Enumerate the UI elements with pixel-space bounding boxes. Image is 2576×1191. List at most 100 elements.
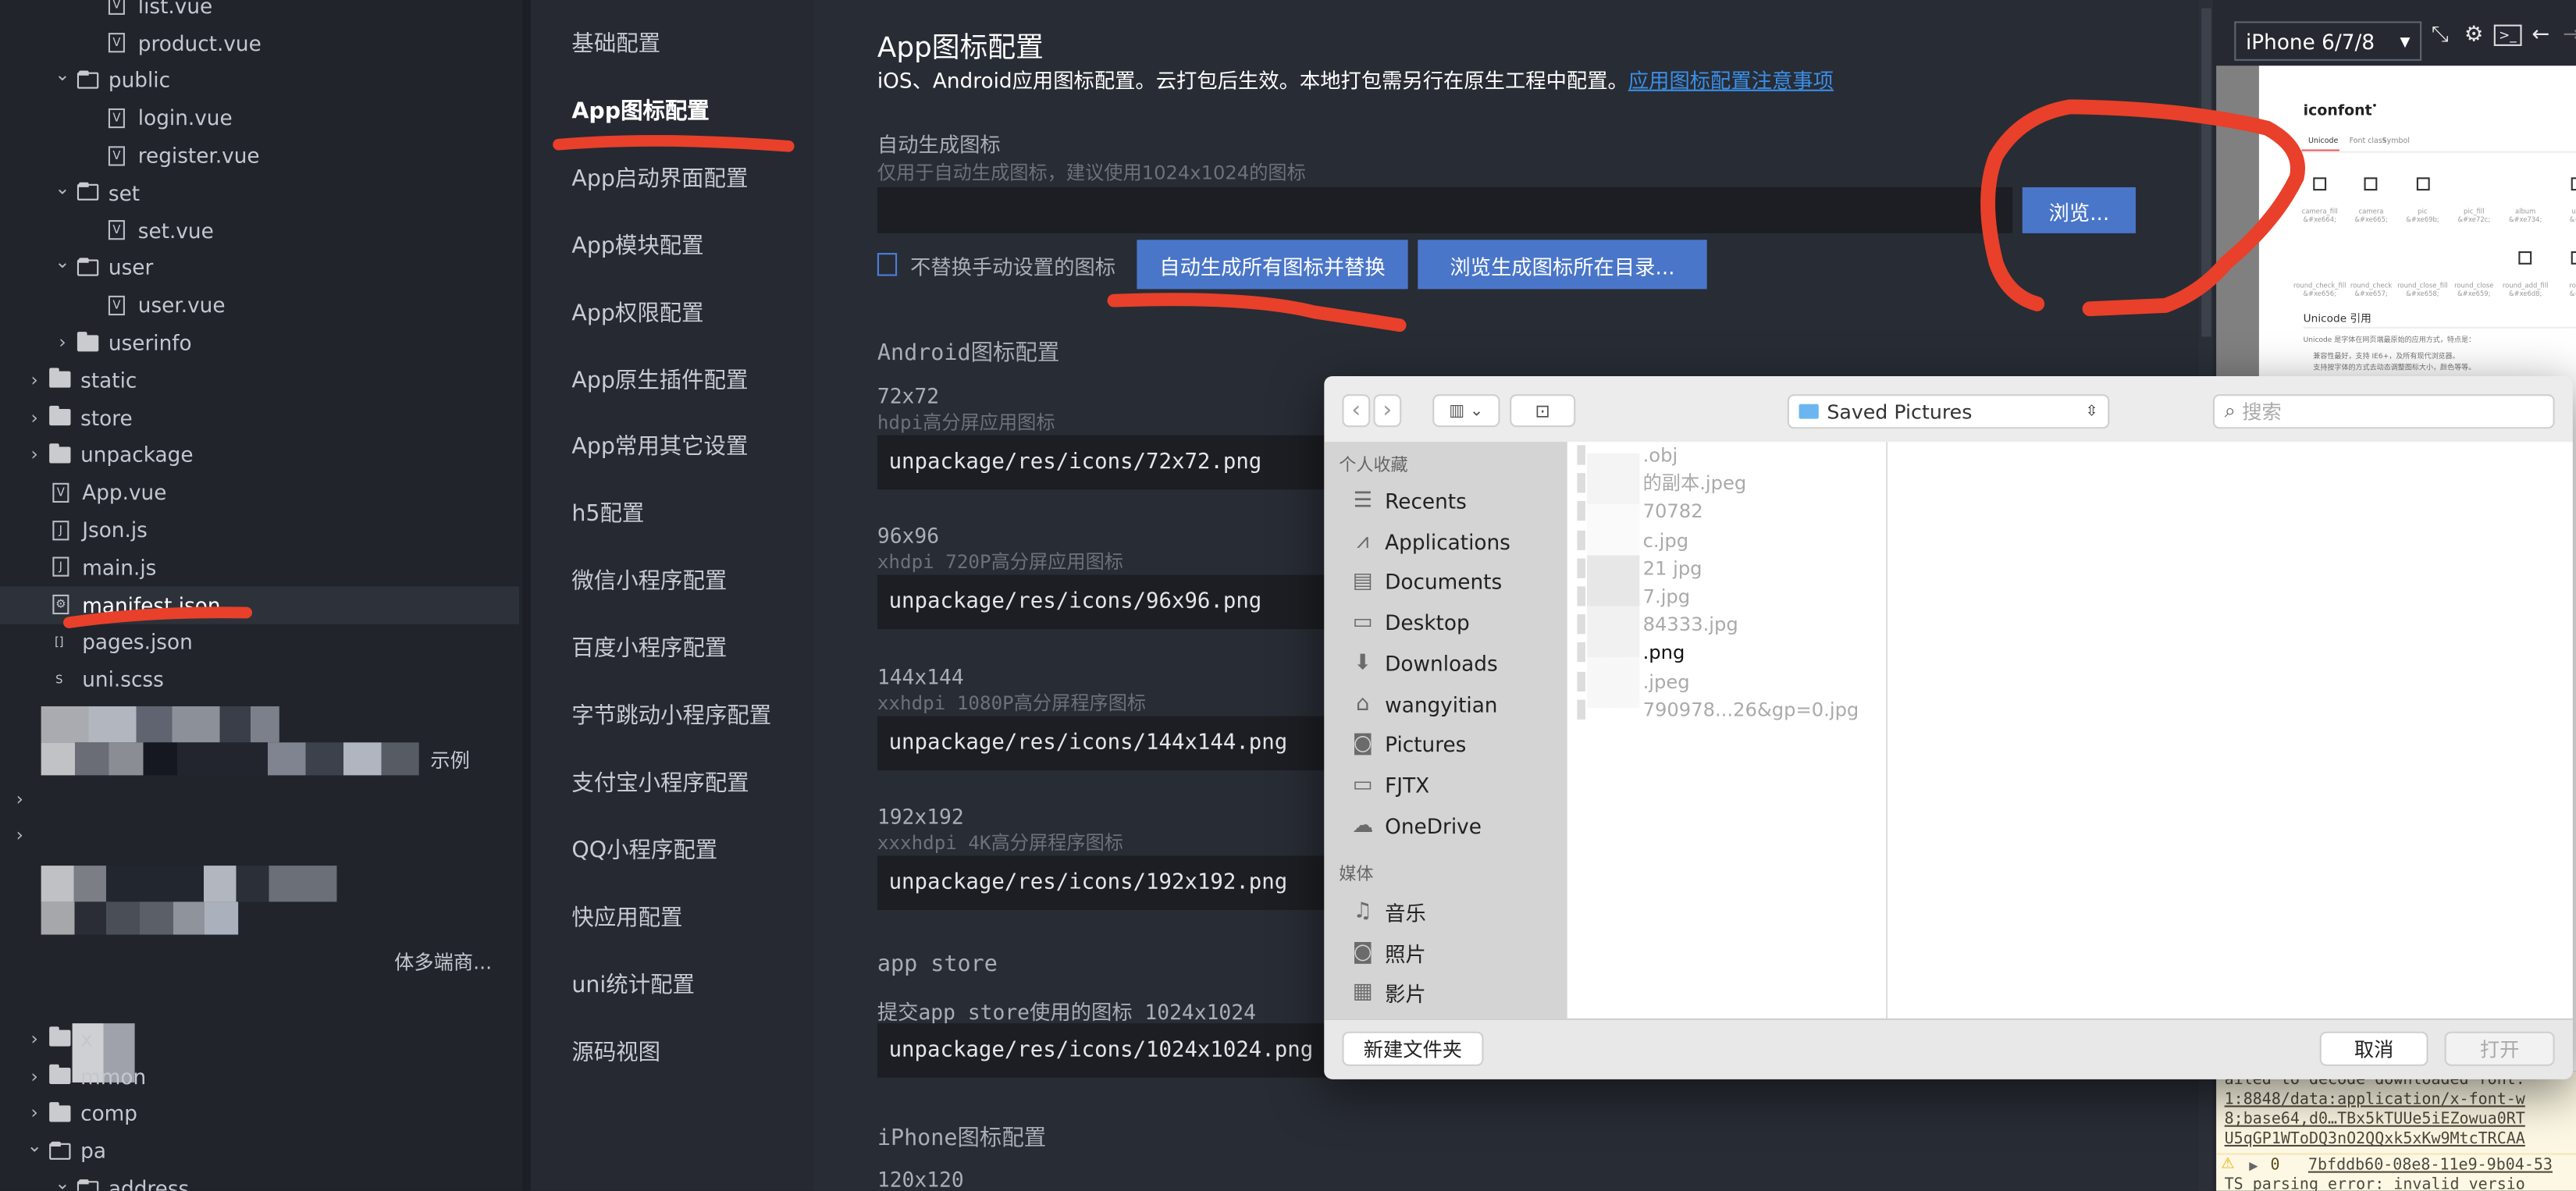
browse-output-dir-button[interactable]: 浏览生成图标所在目录... <box>1418 240 1707 290</box>
file-tree-item[interactable]: V user.vue <box>0 286 519 324</box>
forward-arrow-icon[interactable]: → <box>2563 23 2576 48</box>
file-tree-item[interactable]: S uni.scss <box>0 661 519 699</box>
file-tree-item[interactable]: V login.vue <box>0 99 519 137</box>
file-tree-item[interactable]: ⚙ manifest.json <box>0 585 520 624</box>
warning-source-link[interactable]: 7bfddb60-08e8-11e9-9b04-53 <box>2308 1157 2553 1175</box>
new-folder-icon-button[interactable]: ⊡ <box>1510 394 1576 428</box>
settings-nav-item[interactable]: QQ小程序配置 <box>571 831 717 864</box>
expand-triangle-icon[interactable]: ▶ <box>2249 1160 2258 1173</box>
open-button[interactable]: 打开 <box>2444 1031 2555 1066</box>
file-tree-item[interactable]: V product.vue <box>0 24 519 62</box>
console-line[interactable]: 8;base64,d0…TBx5kTUUe5iEZowua0RT <box>2225 1111 2525 1129</box>
settings-nav-item[interactable]: 字节跳动小程序配置 <box>571 696 771 730</box>
settings-nav-item[interactable]: 快应用配置 <box>571 898 682 931</box>
file-tree-item[interactable]: › x <box>0 1020 519 1058</box>
file-tree-item[interactable]: › unpackage <box>0 436 519 474</box>
preview-tab-font-class[interactable]: Font class <box>2350 138 2386 147</box>
console-line[interactable]: 1:8848/data:application/x-font-w <box>2225 1090 2525 1108</box>
sidebar-media[interactable]: ♫ 音乐 <box>1349 896 1425 927</box>
file-tree-label: register.vue <box>137 143 260 168</box>
settings-nav-item[interactable]: 支付宝小程序配置 <box>571 763 749 797</box>
sidebar-location[interactable]: ⌂ wangyitian <box>1349 691 1497 716</box>
settings-nav-item[interactable]: h5配置 <box>571 495 644 528</box>
view-mode-button[interactable]: ▥ ⌄ <box>1432 394 1500 428</box>
preview-tab-unicode[interactable]: Unicode <box>2308 138 2338 147</box>
sidebar-location[interactable]: ⩘ Applications <box>1349 529 1510 554</box>
scrollbar-thumb[interactable] <box>2201 8 2211 337</box>
file-tree-item[interactable]: V set.vue <box>0 212 519 249</box>
settings-nav-item[interactable]: App常用其它设置 <box>571 428 748 460</box>
file-tree-item[interactable]: › static <box>0 361 519 399</box>
file-tree-item[interactable]: [] pages.json <box>0 624 519 661</box>
search-field[interactable]: ⌕ 搜索 <box>2212 394 2555 429</box>
chevron-icon[interactable]: › <box>27 1103 43 1124</box>
forward-button[interactable]: › <box>1373 394 1402 428</box>
chevron-icon[interactable]: › <box>54 332 70 353</box>
console-line[interactable]: U5qGP1WToDQ3nO2QQxk5xKw9MtcTRCAA <box>2225 1130 2525 1148</box>
file-tree-item[interactable]: J main.js <box>0 549 519 586</box>
sidebar-location[interactable]: ▭ Desktop <box>1349 610 1470 635</box>
preview-tab-symbol[interactable]: Symbol <box>2382 138 2410 147</box>
sidebar-location[interactable]: ☰ Recents <box>1349 489 1466 514</box>
chevron-icon[interactable]: ⌄ <box>54 177 70 198</box>
generate-all-icons-button[interactable]: 自动生成所有图标并替换 <box>1137 240 1408 290</box>
new-folder-button[interactable]: 新建文件夹 <box>1342 1031 1484 1066</box>
chevron-right-icon[interactable]: › <box>12 825 28 846</box>
back-button[interactable]: ‹ <box>1342 394 1371 428</box>
chevron-icon[interactable]: › <box>27 369 43 390</box>
keep-manual-icons-label[interactable]: 不替换手动设置的图标 <box>910 250 1115 281</box>
settings-nav-item[interactable]: 基础配置 <box>571 25 660 58</box>
auto-generate-source-input[interactable] <box>877 187 2013 233</box>
settings-nav-item[interactable]: 微信小程序配置 <box>571 562 727 596</box>
file-tree-item[interactable]: J Json.js <box>0 511 519 549</box>
file-tree-item[interactable]: ⌄ public <box>0 62 519 99</box>
settings-nav-item[interactable]: 源码视图 <box>571 1033 660 1065</box>
chevron-icon[interactable]: › <box>27 407 43 428</box>
chevron-icon[interactable]: ⌄ <box>54 65 70 86</box>
chevron-icon[interactable]: › <box>27 444 43 465</box>
file-tree-item[interactable]: V list.vue <box>0 0 519 24</box>
keep-manual-icons-checkbox[interactable] <box>877 253 898 276</box>
settings-nav-item[interactable]: App原生插件配置 <box>571 361 748 393</box>
file-tree-item[interactable]: › userinfo <box>0 324 519 361</box>
file-tree-item[interactable]: ⌄ address <box>0 1170 519 1191</box>
file-tree-item[interactable]: ⌄ pa <box>0 1132 519 1170</box>
browse-button[interactable]: 浏览... <box>2022 187 2136 233</box>
sidebar-location[interactable]: ▤ Documents <box>1349 570 1502 595</box>
sidebar-media[interactable]: ▦ 影片 <box>1349 976 1426 1008</box>
settings-nav-item[interactable]: 百度小程序配置 <box>571 629 727 663</box>
cancel-button[interactable]: 取消 <box>2319 1031 2428 1066</box>
file-tree-item[interactable]: › store <box>0 399 519 436</box>
back-arrow-icon[interactable]: ← <box>2532 23 2549 48</box>
chevron-right-icon[interactable]: › <box>12 788 28 809</box>
file-tree-item[interactable]: V App.vue <box>0 474 519 511</box>
file-tree-item[interactable]: ⌄ set <box>0 174 519 212</box>
chevron-icon[interactable]: › <box>27 1028 43 1049</box>
chevron-icon[interactable]: ⌄ <box>54 252 70 273</box>
chevron-icon[interactable]: › <box>27 1065 43 1086</box>
sidebar-location[interactable]: ⬇ Downloads <box>1349 651 1497 676</box>
device-select[interactable]: iPhone 6/7/8 ▼ <box>2234 21 2422 61</box>
icon-config-notes-link[interactable]: 应用图标配置注意事项 <box>1628 68 1834 93</box>
chevron-icon[interactable]: ⌄ <box>27 1136 43 1157</box>
icon-code: &#xe658; <box>2406 289 2439 297</box>
location-popup[interactable]: Saved Pictures ⇳ <box>1787 394 2110 429</box>
chevron-icon[interactable]: ⌄ <box>54 1173 70 1191</box>
file-tree-item[interactable]: ⌄ user <box>0 249 519 286</box>
resize-icon[interactable]: ⤡ <box>2432 23 2449 48</box>
settings-nav-item[interactable]: uni统计配置 <box>571 965 695 998</box>
terminal-icon[interactable]: >_ <box>2493 24 2521 46</box>
settings-nav-item[interactable]: App图标配置 <box>571 92 709 125</box>
gear-icon[interactable]: ⚙ <box>2464 23 2484 48</box>
file-tree-item[interactable]: › comp <box>0 1095 519 1132</box>
file-thumbnail-icon <box>1577 529 1585 550</box>
sidebar-location[interactable]: ▭ FJTX <box>1349 773 1429 798</box>
sidebar-location[interactable]: ◙ Pictures <box>1349 732 1466 757</box>
settings-nav-item[interactable]: App启动界面配置 <box>571 159 748 192</box>
settings-nav-item[interactable]: App模块配置 <box>571 226 703 259</box>
file-tree-item[interactable]: › mmon <box>0 1058 519 1095</box>
file-tree-item[interactable]: V register.vue <box>0 137 519 174</box>
settings-nav-item[interactable]: App权限配置 <box>571 293 703 326</box>
sidebar-location[interactable]: ☁ OneDrive <box>1349 813 1482 838</box>
sidebar-media[interactable]: ◙ 照片 <box>1349 937 1425 968</box>
